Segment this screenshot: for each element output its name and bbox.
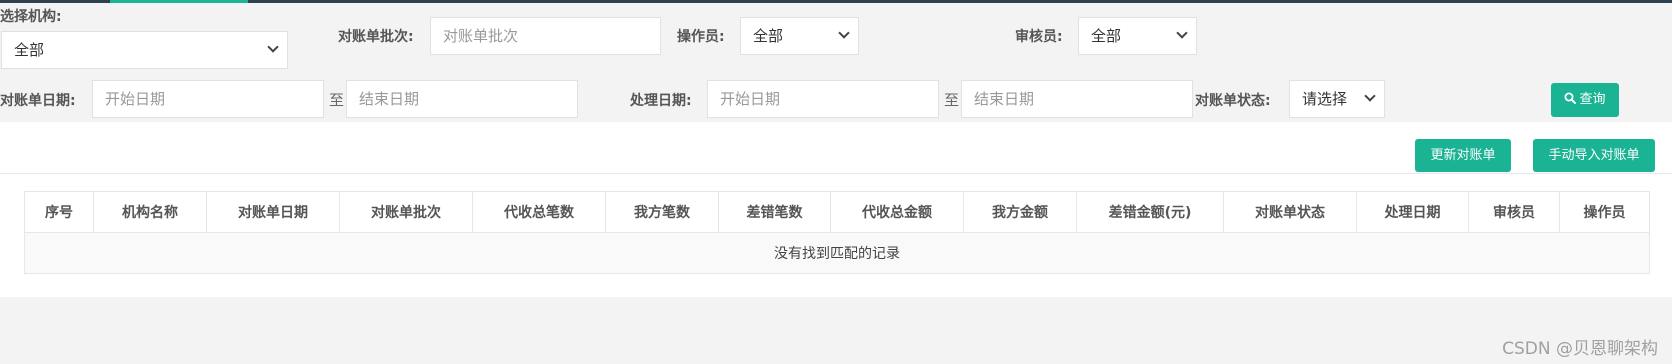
status-label: 对账单状态: <box>1195 93 1271 109</box>
process-date-label: 处理日期: <box>630 93 692 109</box>
statement-date-label: 对账单日期: <box>0 93 76 109</box>
table-row: 没有找到匹配的记录 <box>24 232 1650 274</box>
operator-select-value: 全部 <box>753 27 784 45</box>
column-header[interactable]: 差错笔数 <box>718 191 831 233</box>
batch-input[interactable]: 对账单批次 <box>430 17 661 55</box>
panel-divider <box>0 173 1672 174</box>
column-header[interactable]: 代收总笔数 <box>472 191 606 233</box>
column-header[interactable]: 对账单批次 <box>339 191 473 233</box>
operator-select[interactable]: 全部 <box>740 17 859 55</box>
batch-label: 对账单批次: <box>338 29 414 45</box>
column-header[interactable]: 序号 <box>24 191 94 233</box>
query-button-label: 查询 <box>1579 92 1606 107</box>
statement-table: 序号 机构名称 对账单日期 对账单批次 代收总笔数 我方笔数 差错笔数 代收总金… <box>24 191 1650 274</box>
auditor-label: 审核员: <box>1015 29 1063 45</box>
column-header[interactable]: 处理日期 <box>1356 191 1469 233</box>
status-select-value: 请选择 <box>1302 90 1348 108</box>
column-header[interactable]: 操作员 <box>1559 191 1650 233</box>
watermark: CSDN @贝恩聊架构 <box>1502 339 1658 359</box>
top-nav-bar <box>0 0 1672 3</box>
empty-table-message: 没有找到匹配的记录 <box>24 232 1650 274</box>
query-button[interactable]: 查询 <box>1551 83 1619 117</box>
org-label: 选择机构: <box>0 9 62 25</box>
table-header-row: 序号 机构名称 对账单日期 对账单批次 代收总笔数 我方笔数 差错笔数 代收总金… <box>24 191 1650 233</box>
chevron-down-icon <box>838 27 850 39</box>
column-header[interactable]: 机构名称 <box>93 191 207 233</box>
column-header[interactable]: 审核员 <box>1468 191 1560 233</box>
date-range-separator: 至 <box>329 91 345 109</box>
search-icon <box>1564 92 1577 104</box>
status-select[interactable]: 请选择 <box>1289 80 1385 118</box>
org-select-value: 全部 <box>14 41 45 59</box>
update-statement-button[interactable]: 更新对账单 <box>1415 139 1511 172</box>
org-select[interactable]: 全部 <box>1 31 288 69</box>
chevron-down-icon <box>267 41 279 53</box>
column-header[interactable]: 我方金额 <box>963 191 1077 233</box>
date-range-separator: 至 <box>944 91 960 109</box>
statement-end-date-input[interactable]: 结束日期 <box>346 80 578 118</box>
active-tab-indicator <box>110 0 248 3</box>
auditor-select[interactable]: 全部 <box>1078 17 1197 55</box>
process-end-date-input[interactable]: 结束日期 <box>961 80 1193 118</box>
chevron-down-icon <box>1176 27 1188 39</box>
chevron-down-icon <box>1364 90 1376 102</box>
column-header[interactable]: 我方笔数 <box>605 191 719 233</box>
column-header[interactable]: 代收总金额 <box>830 191 964 233</box>
auditor-select-value: 全部 <box>1091 27 1122 45</box>
manual-import-button[interactable]: 手动导入对账单 <box>1533 139 1655 172</box>
operator-label: 操作员: <box>677 29 725 45</box>
column-header[interactable]: 差错金额(元) <box>1076 191 1224 233</box>
column-header[interactable]: 对账单状态 <box>1223 191 1357 233</box>
column-header[interactable]: 对账单日期 <box>206 191 340 233</box>
statement-start-date-input[interactable]: 开始日期 <box>92 80 324 118</box>
process-start-date-input[interactable]: 开始日期 <box>707 80 939 118</box>
